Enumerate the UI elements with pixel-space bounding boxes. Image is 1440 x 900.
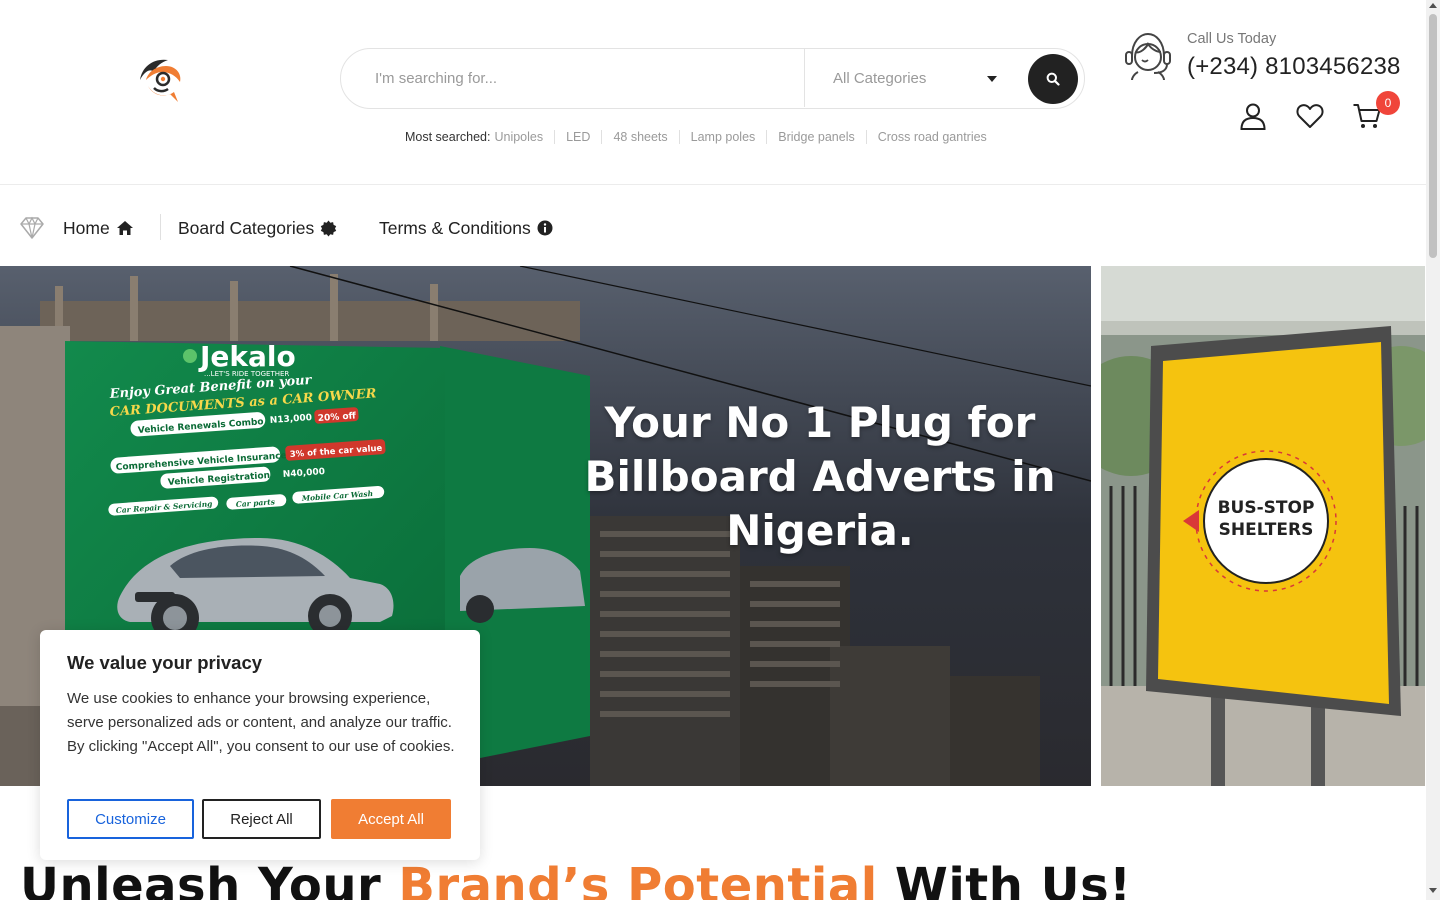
caret-down-icon [987,76,997,82]
home-icon [116,221,133,235]
hero-side-banner[interactable]: BUS-STOP SHELTERS [1101,266,1425,786]
call-number[interactable]: (+234) 8103456238 [1187,53,1401,81]
search-icon [1046,72,1060,86]
section-heading: Unleash Your Brand’s Potential With Us! [20,858,1132,900]
search-button[interactable] [1028,54,1078,104]
call-label: Call Us Today [1187,31,1277,47]
most-searched-link[interactable]: Lamp poles [678,130,767,144]
most-searched-link[interactable]: Cross road gantries [865,130,998,144]
hero-heading-line2: Billboard Adverts in [584,452,1056,501]
section-heading-accent: Brand’s Potential [398,858,878,900]
section-heading-part1: Unleash Your [20,858,399,900]
most-searched-link[interactable]: Unipoles [494,130,554,144]
hero-heading: Your No 1 Plug for Billboard Adverts in … [570,396,1070,558]
site-logo[interactable] [132,54,188,106]
headset-support-icon [1125,32,1171,80]
info-icon [537,220,553,236]
wishlist-button[interactable] [1295,101,1325,131]
nav-terms-label: Terms & Conditions [379,217,531,238]
page-scrollbar[interactable] [1426,0,1440,900]
nav-home[interactable]: Home [63,216,134,240]
category-select[interactable]: All Categories [805,49,1023,107]
most-searched-link[interactable]: Bridge panels [766,130,865,144]
diamond-icon [20,216,44,239]
accept-all-button[interactable]: Accept All [331,799,451,839]
scroll-thumb[interactable] [1429,14,1437,258]
most-searched-label: Most searched: [405,130,491,144]
nav-home-label: Home [63,217,110,238]
section-heading-part3: With Us! [877,858,1132,900]
scroll-up-arrow-icon[interactable] [1429,3,1437,8]
category-select-value: All Categories [833,69,927,87]
heart-icon [1296,104,1324,128]
most-searched-link[interactable]: 48 sheets [601,130,678,144]
badge-icon [321,220,337,236]
bus-stop-illustration: BUS-STOP SHELTERS [1101,266,1425,786]
account-button[interactable] [1238,101,1268,131]
search-input[interactable] [341,49,804,107]
hero-heading-line1: Your No 1 Plug for [604,398,1036,447]
reject-all-button[interactable]: Reject All [202,799,321,839]
nav-board-categories-label: Board Categories [178,217,315,238]
most-searched: Most searched: Unipoles LED 48 sheets La… [405,130,998,144]
side-banner-line2: SHELTERS [1219,520,1314,540]
cookie-title: We value your privacy [67,652,263,673]
user-icon [1240,103,1266,130]
hero-heading-line3: Nigeria. [726,506,914,555]
most-searched-link[interactable]: LED [554,130,601,144]
search-bar: All Categories [340,48,1085,109]
side-banner-line1: BUS-STOP [1218,498,1315,518]
nav-separator [160,214,161,240]
customize-button[interactable]: Customize [67,799,194,839]
nav-terms-conditions[interactable]: Terms & Conditions [379,216,553,240]
scroll-down-arrow-icon[interactable] [1429,888,1437,893]
cookie-consent-banner: We value your privacy We use cookies to … [40,630,480,860]
billboard-brand: Jekalo [198,340,296,373]
cookie-text: We use cookies to enhance your browsing … [67,690,455,755]
nav-board-categories[interactable]: Board Categories [178,216,337,240]
cart-count-badge: 0 [1376,91,1400,115]
